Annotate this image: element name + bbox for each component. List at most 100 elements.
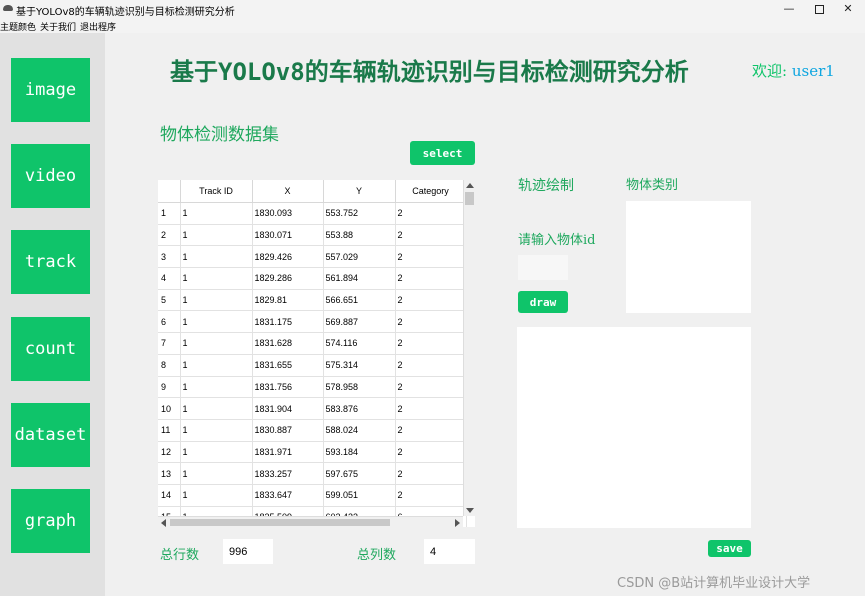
table-row[interactable]: 11 1 1830.887 588.024 2 [158,419,467,442]
column-header[interactable]: X [252,180,324,203]
table-cell[interactable]: 1833.257 [252,462,324,485]
table-cell[interactable]: 575.314 [323,354,396,377]
dataset-table[interactable]: Track ID X Y Category 1 1 1830.093 553.752 2… [158,180,475,527]
table-cell[interactable]: 1830.071 [252,224,324,247]
table-cell[interactable]: 1 [180,441,253,464]
table-cell[interactable]: 2 [395,245,467,269]
table-cell[interactable]: 569.887 [323,310,396,334]
table-cell[interactable]: 599.051 [323,484,396,507]
scroll-up-icon[interactable] [466,183,474,188]
nav-track-button[interactable]: track [11,230,90,294]
table-cell[interactable]: 1 [180,419,253,442]
table-cell[interactable]: 2 [395,462,467,485]
save-button[interactable]: save [708,540,751,557]
column-header[interactable]: Category [395,180,467,203]
row-header[interactable]: 12 [158,441,181,464]
row-header[interactable]: 11 [158,419,181,442]
table-row[interactable]: 10 1 1831.904 583.876 2 [158,397,467,420]
nav-count-button[interactable]: count [11,317,90,381]
table-row[interactable]: 7 1 1831.628 574.116 2 [158,332,467,355]
table-cell[interactable]: 553.752 [323,202,396,225]
row-header[interactable]: 13 [158,462,181,485]
table-cell[interactable]: 2 [395,289,467,312]
draw-button[interactable]: draw [518,291,568,313]
table-cell[interactable]: 1830.093 [252,202,324,225]
table-cell[interactable]: 2 [395,310,467,334]
table-cell[interactable]: 2 [395,332,467,355]
column-header[interactable]: Track ID [180,180,253,203]
row-header[interactable]: 14 [158,484,181,507]
table-cell[interactable]: 597.675 [323,462,396,485]
table-cell[interactable]: 1 [180,202,253,225]
table-cell[interactable]: 1 [180,376,253,399]
close-button[interactable]: ✕ [830,0,865,18]
scroll-thumb[interactable] [170,519,390,526]
table-cell[interactable]: 1830.887 [252,419,324,442]
nav-dataset-button[interactable]: dataset [11,403,90,467]
row-header[interactable]: 2 [158,224,181,247]
menu-exit[interactable]: 退出程序 [80,20,116,33]
nav-video-button[interactable]: video [11,144,90,208]
table-cell[interactable]: 578.958 [323,376,396,399]
table-row[interactable]: 2 1 1830.071 553.88 2 [158,224,467,247]
table-cell[interactable]: 1 [180,332,253,355]
table-cell[interactable]: 1829.286 [252,267,324,290]
table-cell[interactable]: 2 [395,224,467,247]
table-cell[interactable]: 1 [180,484,253,507]
nav-image-button[interactable]: image [11,58,90,122]
table-cell[interactable]: 1829.426 [252,245,324,269]
table-row[interactable]: 14 1 1833.647 599.051 2 [158,484,467,507]
scroll-thumb[interactable] [465,192,474,205]
table-cell[interactable]: 1831.628 [252,332,324,355]
table-cell[interactable]: 1833.647 [252,484,324,507]
table-row[interactable]: 6 1 1831.175 569.887 2 [158,310,467,334]
table-cell[interactable]: 1 [180,224,253,247]
table-cell[interactable]: 2 [395,419,467,442]
table-row[interactable]: 9 1 1831.756 578.958 2 [158,376,467,399]
table-cell[interactable]: 1 [180,462,253,485]
table-cell[interactable]: 561.894 [323,267,396,290]
table-cell[interactable]: 2 [395,397,467,420]
table-cell[interactable]: 1 [180,354,253,377]
table-row[interactable]: 3 1 1829.426 557.029 2 [158,245,467,269]
object-id-input[interactable] [518,255,568,280]
table-row[interactable]: 13 1 1833.257 597.675 2 [158,462,467,485]
table-row[interactable]: 4 1 1829.286 561.894 2 [158,267,467,290]
table-row[interactable]: 8 1 1831.655 575.314 2 [158,354,467,377]
select-button[interactable]: select [410,141,475,165]
table-cell[interactable]: 1831.756 [252,376,324,399]
table-cell[interactable]: 557.029 [323,245,396,269]
table-cell[interactable]: 588.024 [323,419,396,442]
row-header[interactable]: 5 [158,289,181,312]
scroll-right-icon[interactable] [455,519,460,527]
table-cell[interactable]: 1 [180,267,253,290]
table-row[interactable]: 1 1 1830.093 553.752 2 [158,202,467,225]
column-header[interactable]: Y [323,180,396,203]
table-cell[interactable]: 566.651 [323,289,396,312]
table-horizontal-scrollbar[interactable] [158,516,463,528]
table-vertical-scrollbar[interactable] [463,180,476,516]
table-cell[interactable]: 1 [180,245,253,269]
table-cell[interactable]: 1829.81 [252,289,324,312]
table-cell[interactable]: 1831.175 [252,310,324,334]
table-cell[interactable]: 1831.904 [252,397,324,420]
row-header[interactable]: 3 [158,245,181,269]
menu-about-us[interactable]: 关于我们 [40,20,76,33]
table-cell[interactable]: 593.184 [323,441,396,464]
nav-graph-button[interactable]: graph [11,489,90,553]
table-cell[interactable]: 2 [395,484,467,507]
table-row[interactable]: 5 1 1829.81 566.651 2 [158,289,467,312]
table-cell[interactable]: 2 [395,376,467,399]
table-cell[interactable]: 1831.655 [252,354,324,377]
table-cell[interactable]: 2 [395,441,467,464]
row-header[interactable]: 4 [158,267,181,290]
table-cell[interactable]: 1 [180,397,253,420]
table-row[interactable]: 12 1 1831.971 593.184 2 [158,441,467,464]
corner-header[interactable] [158,180,181,203]
table-cell[interactable]: 583.876 [323,397,396,420]
row-header[interactable]: 1 [158,202,181,225]
table-cell[interactable]: 2 [395,354,467,377]
table-cell[interactable]: 574.116 [323,332,396,355]
table-cell[interactable]: 1 [180,310,253,334]
table-cell[interactable]: 1831.971 [252,441,324,464]
